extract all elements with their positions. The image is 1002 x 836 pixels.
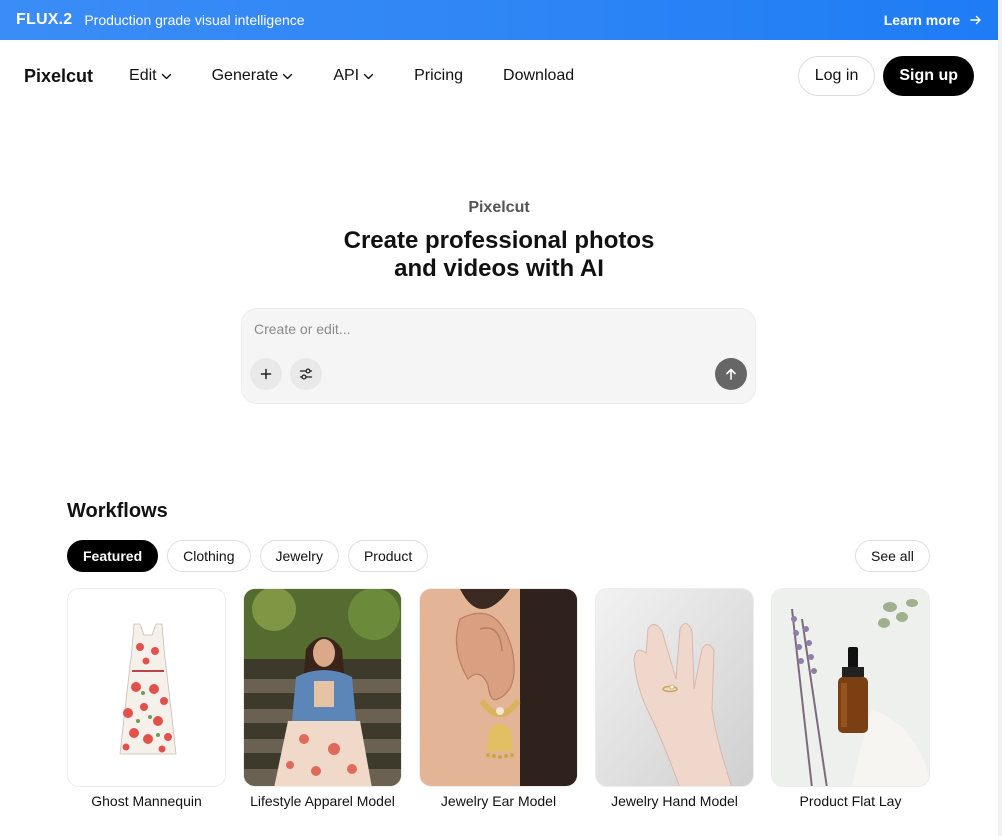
hero-kicker: Pixelcut: [468, 199, 530, 216]
jewelry-ear-image: [419, 588, 578, 787]
banner-tagline: Production grade visual intelligence: [84, 12, 305, 28]
lifestyle-apparel-image: [243, 588, 402, 787]
card-label: Ghost Mannequin: [91, 793, 202, 809]
product-flat-lay-image: [771, 588, 930, 787]
hero-title-line-2: and videos with AI: [394, 255, 604, 282]
page-scrollbar[interactable]: [998, 0, 1002, 836]
chip-featured[interactable]: Featured: [67, 540, 159, 572]
chip-jewelry[interactable]: Jewelry: [259, 540, 339, 572]
prompt-box: [241, 308, 756, 404]
auth-actions: Log in Sign up: [797, 56, 974, 96]
card-label: Lifestyle Apparel Model: [250, 793, 395, 809]
nav-menu: Edit Generate API Pricing Download: [129, 67, 614, 85]
jewelry-hand-image: [595, 588, 754, 787]
workflow-card-lifestyle-apparel-model[interactable]: Lifestyle Apparel Model: [243, 588, 402, 809]
promo-banner: FLUX.2 Production grade visual intellige…: [0, 0, 998, 40]
plus-icon: [260, 368, 272, 380]
workflow-cards: Ghost Mannequin Lifestyle Apparel Model …: [67, 588, 930, 809]
chip-product[interactable]: Product: [347, 540, 429, 572]
chip-clothing[interactable]: Clothing: [167, 540, 251, 572]
login-button[interactable]: Log in: [797, 56, 876, 96]
hero-title: Create professional photos and videos wi…: [0, 227, 998, 283]
nav-item-edit[interactable]: Edit: [129, 67, 172, 85]
ghost-mannequin-image: [67, 588, 226, 787]
nav-item-label: Generate: [211, 67, 279, 84]
add-attachment-button[interactable]: [250, 358, 282, 390]
settings-button[interactable]: [290, 358, 322, 390]
sliders-icon: [299, 368, 313, 380]
card-label: Jewelry Hand Model: [611, 793, 738, 809]
hero-title-line-1: Create professional photos: [343, 227, 655, 254]
see-all-button[interactable]: See all: [855, 540, 930, 572]
arrow-up-icon: [726, 368, 736, 380]
nav-item-label: Edit: [129, 67, 157, 84]
nav-item-label: Download: [503, 67, 575, 84]
nav-item-generate[interactable]: Generate: [212, 67, 294, 85]
chevron-down-icon: [363, 73, 374, 79]
nav-item-label: Pricing: [414, 67, 464, 84]
workflow-card-product-flat-lay[interactable]: Product Flat Lay: [771, 588, 930, 809]
workflows-title: Workflows: [67, 500, 168, 522]
send-button[interactable]: [715, 358, 747, 390]
workflow-card-jewelry-hand-model[interactable]: Jewelry Hand Model: [595, 588, 754, 809]
workflow-card-jewelry-ear-model[interactable]: Jewelry Ear Model: [419, 588, 578, 809]
learn-more-label: Learn more: [883, 12, 960, 28]
site-logo[interactable]: Pixelcut: [24, 66, 93, 87]
workflow-card-ghost-mannequin[interactable]: Ghost Mannequin: [67, 588, 226, 809]
nav-item-api[interactable]: API: [333, 67, 374, 85]
nav-item-pricing[interactable]: Pricing: [414, 67, 463, 85]
chevron-down-icon: [283, 73, 293, 79]
nav-item-label: API: [333, 67, 360, 84]
banner-brand: FLUX.2: [16, 11, 73, 28]
prompt-input[interactable]: [254, 321, 734, 337]
card-label: Product Flat Lay: [799, 793, 902, 809]
signup-button[interactable]: Sign up: [883, 56, 974, 96]
arrow-right-icon: [970, 15, 981, 25]
chevron-down-icon: [161, 73, 171, 79]
nav-item-download[interactable]: Download: [503, 67, 574, 85]
learn-more-link[interactable]: Learn more: [884, 12, 982, 28]
workflow-filter-chips: Featured Clothing Jewelry Product: [67, 540, 429, 572]
main-nav: Pixelcut Edit Generate API Pricing Downl…: [0, 40, 998, 112]
card-label: Jewelry Ear Model: [440, 793, 557, 809]
